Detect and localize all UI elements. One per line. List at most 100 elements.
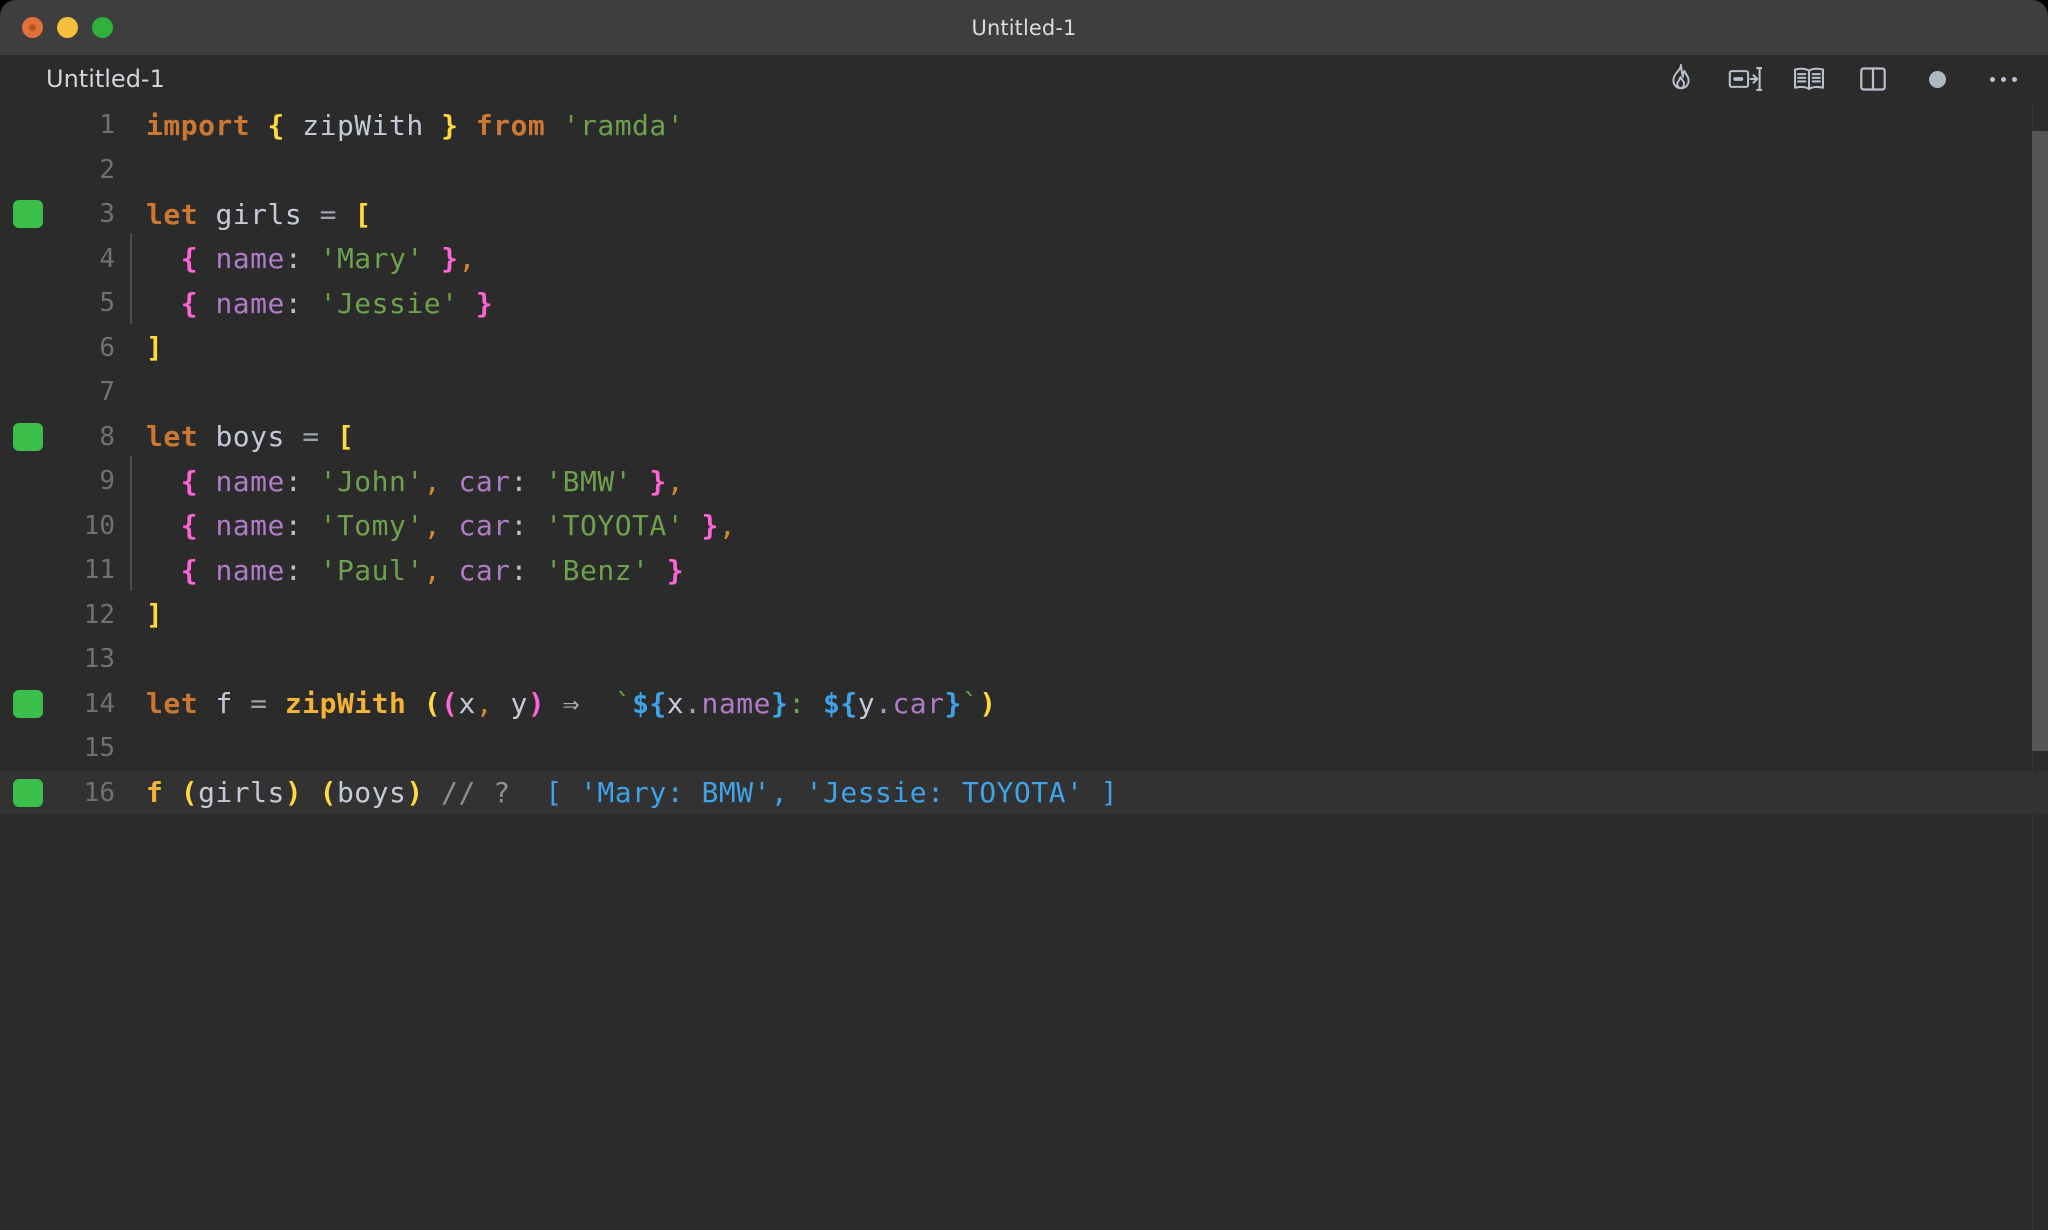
- code-token: ${: [632, 687, 667, 721]
- code-token: =: [250, 687, 268, 721]
- code-token: .: [875, 687, 893, 721]
- code-line-text[interactable]: f (girls) (boys) // ? [ 'Mary: BMW', 'Je…: [130, 776, 1118, 809]
- minimize-button[interactable]: [57, 17, 78, 38]
- code-line-text[interactable]: let f = zipWith ((x, y) ⇒ `${x.name}: ${…: [130, 687, 997, 720]
- line-number: 15: [83, 733, 115, 764]
- code-token: ,: [666, 464, 685, 498]
- code-token: 'Benz': [545, 553, 650, 587]
- code-line[interactable]: 6]: [0, 326, 2048, 371]
- code-line-text[interactable]: ]: [130, 331, 163, 364]
- breakpoint-marker-icon[interactable]: [13, 422, 43, 451]
- flame-icon[interactable]: [1664, 62, 1698, 96]
- code-line[interactable]: 7: [0, 370, 2048, 415]
- code-token: f: [215, 687, 233, 721]
- code-line[interactable]: 11 { name: 'Paul', car: 'Benz' }: [0, 544, 2048, 593]
- code-line[interactable]: 14 let f = zipWith ((x, y) ⇒ `${x.name}: …: [0, 682, 2048, 727]
- more-options-icon[interactable]: [1984, 76, 2022, 82]
- breakpoint-marker-icon[interactable]: [13, 200, 43, 228]
- code-editor[interactable]: 1 import { zipWith } from 'ramda' 2 3 let gi…: [0, 103, 2048, 1230]
- code-line-text[interactable]: let boys = [: [130, 420, 354, 453]
- code-line[interactable]: 8 let boys = [: [0, 415, 2048, 460]
- code-token: zipWith: [284, 687, 407, 721]
- close-button[interactable]: [22, 17, 43, 38]
- code-token: ): [527, 687, 546, 721]
- tab-untitled-1[interactable]: Untitled-1: [46, 65, 165, 93]
- vertical-scrollbar-track[interactable]: [2032, 103, 2048, 1230]
- code-token: car: [892, 687, 945, 721]
- breakpoint-marker-icon[interactable]: [13, 778, 43, 807]
- code-line[interactable]: 13: [0, 637, 2048, 682]
- code-token: [: [354, 197, 372, 231]
- code-token: }: [649, 464, 667, 498]
- code-token: }: [770, 687, 789, 721]
- code-line-text[interactable]: let girls = [: [130, 198, 372, 231]
- code-line-text[interactable]: ]: [130, 598, 163, 631]
- code-line-text[interactable]: import { zipWith } from 'ramda': [130, 109, 684, 142]
- code-line-text[interactable]: { name: 'Paul', car: 'Benz' }: [130, 544, 685, 591]
- code-token: (: [441, 687, 459, 721]
- line-number: 2: [99, 154, 115, 185]
- record-dot-icon[interactable]: [1920, 62, 1954, 96]
- code-token: car: [458, 553, 511, 587]
- code-line[interactable]: 2: [0, 148, 2048, 193]
- code-line[interactable]: 9 { name: 'John', car: 'BMW' },: [0, 455, 2048, 504]
- code-line-text[interactable]: { name: 'John', car: 'BMW' },: [130, 455, 685, 502]
- code-line[interactable]: 12]: [0, 593, 2048, 638]
- code-token: 'TOYOTA': [545, 509, 685, 543]
- code-line-text[interactable]: { name: 'Mary' },: [130, 233, 476, 280]
- line-number: 11: [83, 555, 115, 586]
- line-number: 10: [83, 510, 115, 541]
- code-line-text[interactable]: { name: 'Tomy', car: 'TOYOTA' },: [130, 500, 736, 547]
- code-token: :: [284, 242, 303, 276]
- code-line[interactable]: 4 { name: 'Mary' },: [0, 233, 2048, 282]
- code-token: `: [961, 687, 980, 721]
- code-token: ⇒: [562, 687, 580, 721]
- open-book-icon[interactable]: [1792, 62, 1826, 96]
- code-token: :: [284, 553, 303, 587]
- code-line[interactable]: 16 f (girls) (boys) // ? [ 'Mary: BMW', '…: [0, 770, 2048, 815]
- vertical-scrollbar-thumb[interactable]: [2032, 131, 2048, 751]
- code-line[interactable]: 5 { name: 'Jessie' }: [0, 277, 2048, 326]
- code-token: name: [215, 286, 285, 320]
- code-line[interactable]: 10 { name: 'Tomy', car: 'TOYOTA' },: [0, 500, 2048, 549]
- code-line[interactable]: 3 let girls = [: [0, 192, 2048, 237]
- editor-window: Untitled-1 Untitled-1 1 import {zipWith…: [0, 0, 2048, 1230]
- line-number: 6: [99, 332, 115, 363]
- run-split-icon[interactable]: [1728, 62, 1762, 96]
- line-number: 4: [99, 243, 115, 274]
- code-token: 'Paul': [319, 553, 424, 587]
- code-line-text[interactable]: { name: 'Jessie' }: [130, 277, 493, 324]
- breakpoint-marker-icon[interactable]: [13, 689, 43, 718]
- maximize-button[interactable]: [92, 17, 113, 38]
- code-token: name: [215, 509, 285, 543]
- code-line[interactable]: 1 import { zipWith } from 'ramda': [0, 103, 2048, 148]
- code-token: }: [666, 553, 685, 587]
- code-line[interactable]: 15: [0, 726, 2048, 771]
- code-token: {: [267, 108, 285, 142]
- line-number: 5: [99, 288, 115, 319]
- split-editor-icon[interactable]: [1856, 62, 1890, 96]
- line-number: 1: [99, 110, 115, 141]
- code-token: let: [146, 687, 199, 721]
- code-token: :: [788, 687, 806, 721]
- code-token: :: [284, 464, 303, 498]
